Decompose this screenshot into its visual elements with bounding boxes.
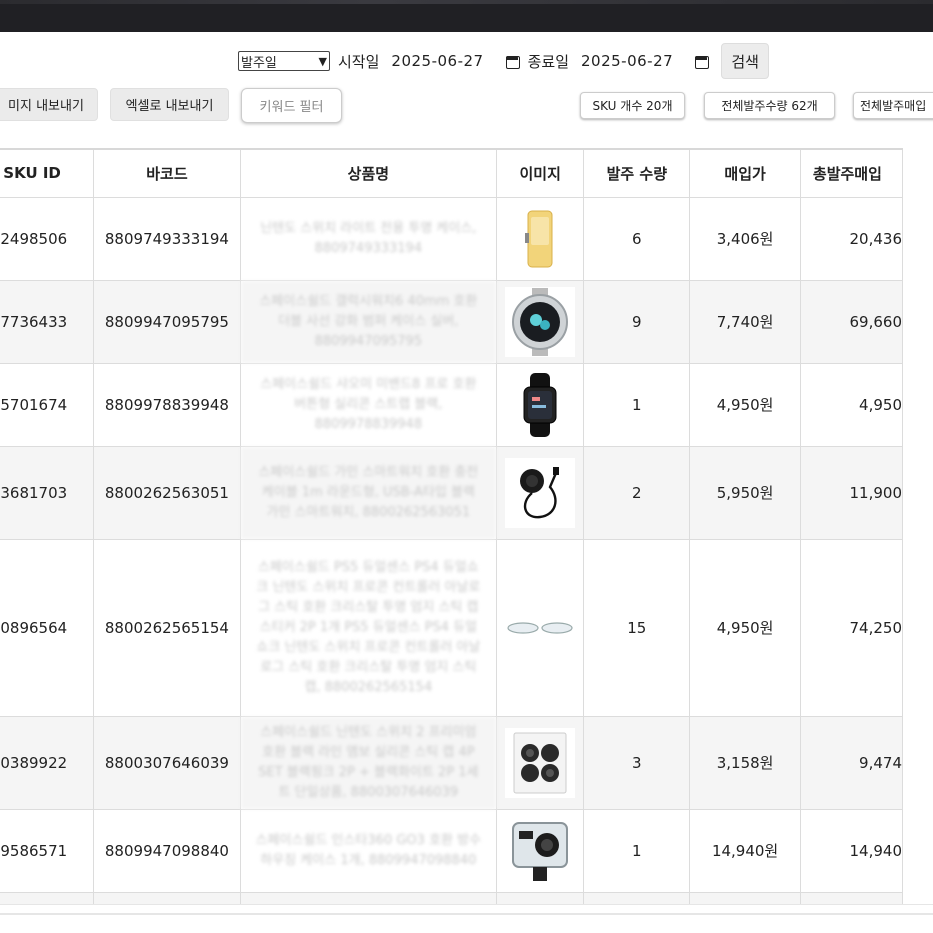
order-qty-cell: 1 bbox=[583, 362, 691, 447]
black-band-image[interactable] bbox=[505, 369, 576, 440]
image-cell bbox=[496, 279, 585, 364]
sku-id-cell: 0896564 bbox=[0, 538, 95, 717]
end-date-input[interactable]: 2025-06-27 bbox=[581, 52, 673, 70]
table-row[interactable] bbox=[0, 891, 904, 904]
header-product-name[interactable]: 상품명 bbox=[239, 148, 498, 198]
product-name-cell: 스페이스쉴드 인스타360 GO3 호환 방수하우징 케이스 1개, 88099… bbox=[239, 808, 498, 893]
purchase-price-cell: 14,940원 bbox=[689, 808, 801, 893]
header-order-qty[interactable]: 발주 수량 bbox=[583, 148, 691, 198]
header-total-purchase[interactable]: 총발주매입 bbox=[799, 148, 904, 198]
sku-id-cell: 3681703 bbox=[0, 445, 95, 540]
order-qty-cell: 15 bbox=[583, 538, 691, 717]
table-row[interactable]: 3681703 8800262563051 스페이스쉴드 가민 스마트워치 호환… bbox=[0, 445, 904, 540]
date-filter-bar: 발주일 ▼ 시작일 2025-06-27 종료일 2025-06-27 검색 bbox=[238, 43, 770, 79]
barcode-cell: 8809749333194 bbox=[93, 196, 241, 281]
barcode-cell: 8800307646039 bbox=[93, 715, 241, 810]
total-purchase-cell: 74,250 bbox=[799, 538, 904, 717]
sku-id-cell: 5701674 bbox=[0, 362, 95, 447]
barcode-cell: 8809947095795 bbox=[93, 279, 241, 364]
smartwatch-case-image[interactable] bbox=[505, 286, 576, 357]
product-name-cell: 스페이스쉴드 닌텐도 스위치 2 프리미엄 호환 블랙 라인 앰보 실리콘 스틱… bbox=[239, 715, 498, 810]
calendar-icon[interactable] bbox=[505, 54, 520, 69]
purchase-price-cell: 5,950원 bbox=[689, 445, 801, 540]
keyword-filter-button[interactable]: 키워드 필터 bbox=[241, 88, 342, 123]
table-row[interactable]: 0389922 8800307646039 스페이스쉴드 닌텐도 스위치 2 프… bbox=[0, 715, 904, 810]
sku-id-cell: 2498506 bbox=[0, 196, 95, 281]
purchase-price-cell: 4,950원 bbox=[689, 362, 801, 447]
date-type-value: 발주일 bbox=[241, 55, 277, 71]
sku-id-cell: 9586571 bbox=[0, 808, 95, 893]
start-date-label: 시작일 bbox=[338, 52, 380, 71]
image-cell bbox=[496, 196, 585, 281]
barcode-cell: 8809978839948 bbox=[93, 362, 241, 447]
purchase-price-cell: 3,406원 bbox=[689, 196, 801, 281]
table-row[interactable]: 0896564 8800262565154 스페이스쉴드 PS5 듀얼센스 PS… bbox=[0, 538, 904, 717]
image-cell bbox=[496, 445, 585, 540]
order-table-container: SKU ID 바코드 상품명 이미지 발주 수량 매입가 총발주매입 24985… bbox=[0, 148, 933, 904]
table-row[interactable]: 7736433 8809947095795 스페이스쉴드 갤럭시워치6 40mm… bbox=[0, 279, 904, 364]
export-image-button[interactable]: 미지 내보내기 bbox=[0, 88, 98, 121]
start-date-input[interactable]: 2025-06-27 bbox=[391, 52, 483, 70]
product-name-cell: 스페이스쉴드 갤럭시워치6 40mm 호환 더블 사선 강화 범퍼 케이스 실버… bbox=[239, 279, 498, 364]
table-row[interactable]: 5701674 8809978839948 스페이스쉴드 샤오미 미밴드8 프로… bbox=[0, 362, 904, 447]
order-qty-cell: 1 bbox=[583, 808, 691, 893]
action-cam-housing-image[interactable] bbox=[505, 815, 576, 886]
total-purchase-cell: 4,950 bbox=[799, 362, 904, 447]
total-purchase-cell: 11,900 bbox=[799, 445, 904, 540]
total-amount-badge[interactable]: 전체발주매입 bbox=[853, 92, 933, 119]
table-row[interactable]: 9586571 8809947098840 스페이스쉴드 인스타360 GO3 … bbox=[0, 808, 904, 893]
purchase-price-cell: 7,740원 bbox=[689, 279, 801, 364]
date-type-select[interactable]: 발주일 ▼ bbox=[238, 51, 330, 71]
stick-cap-image[interactable] bbox=[505, 592, 576, 663]
purchase-price-cell: 3,158원 bbox=[689, 715, 801, 810]
total-purchase-cell: 9,474 bbox=[799, 715, 904, 810]
sku-id-cell: 0389922 bbox=[0, 715, 95, 810]
chevron-down-icon: ▼ bbox=[318, 54, 327, 68]
table-row[interactable]: 2498506 8809749333194 닌텐도 스위치 라이트 전용 투명 … bbox=[0, 196, 904, 281]
order-qty-cell: 6 bbox=[583, 196, 691, 281]
end-date-label: 종료일 bbox=[527, 52, 569, 71]
order-table: SKU ID 바코드 상품명 이미지 발주 수량 매입가 총발주매입 24985… bbox=[0, 148, 904, 904]
barcode-cell: 8800262565154 bbox=[93, 538, 241, 717]
product-name-cell: 스페이스쉴드 PS5 듀얼센스 PS4 듀얼쇼크 닌텐도 스위치 프로콘 컨트롤… bbox=[239, 538, 498, 717]
image-cell bbox=[496, 808, 585, 893]
sku-id-cell: 7736433 bbox=[0, 279, 95, 364]
page-footer bbox=[0, 904, 933, 933]
image-cell bbox=[496, 715, 585, 810]
image-cell bbox=[496, 538, 585, 717]
header-purchase-price[interactable]: 매입가 bbox=[689, 148, 801, 198]
order-qty-cell: 3 bbox=[583, 715, 691, 810]
stick-cap-box-image[interactable] bbox=[505, 727, 576, 798]
header-barcode[interactable]: 바코드 bbox=[93, 148, 241, 198]
export-excel-button[interactable]: 엑셀로 내보내기 bbox=[110, 88, 229, 121]
barcode-cell: 8800262563051 bbox=[93, 445, 241, 540]
image-cell bbox=[496, 362, 585, 447]
horizontal-scrollbar[interactable] bbox=[0, 913, 933, 915]
header-sku-id[interactable]: SKU ID bbox=[0, 148, 95, 198]
product-name-cell: 닌텐도 스위치 라이트 전용 투명 케이스, 8809749333194 bbox=[239, 196, 498, 281]
yellow-console-case-image[interactable] bbox=[505, 203, 576, 274]
order-qty-cell: 2 bbox=[583, 445, 691, 540]
total-purchase-cell: 14,940 bbox=[799, 808, 904, 893]
header-image[interactable]: 이미지 bbox=[496, 148, 585, 198]
table-header-row: SKU ID 바코드 상품명 이미지 발주 수량 매입가 총발주매입 bbox=[0, 148, 904, 198]
calendar-icon[interactable] bbox=[695, 54, 710, 69]
sku-count-badge[interactable]: SKU 개수 20개 bbox=[580, 92, 685, 119]
browser-top-bar bbox=[0, 0, 933, 32]
total-purchase-cell: 69,660 bbox=[799, 279, 904, 364]
total-purchase-cell: 20,436 bbox=[799, 196, 904, 281]
charger-cable-image[interactable] bbox=[505, 457, 576, 528]
barcode-cell: 8809947098840 bbox=[93, 808, 241, 893]
product-name-cell: 스페이스쉴드 가민 스마트워치 호환 충전 케이블 1m 라운드형, USB-A… bbox=[239, 445, 498, 540]
product-name-cell: 스페이스쉴드 샤오미 미밴드8 프로 호환 버튼형 실리콘 스트랩 블랙, 88… bbox=[239, 362, 498, 447]
purchase-price-cell: 4,950원 bbox=[689, 538, 801, 717]
search-button[interactable]: 검색 bbox=[721, 43, 770, 79]
order-qty-cell: 9 bbox=[583, 279, 691, 364]
total-qty-badge[interactable]: 전체발주수량 62개 bbox=[704, 92, 835, 119]
